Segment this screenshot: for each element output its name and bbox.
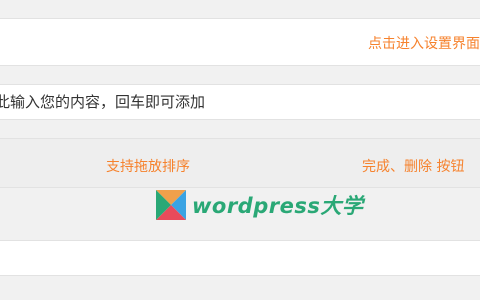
- todo-input[interactable]: [0, 85, 480, 119]
- todo-list-hint-row: 支持拖放排序 完成、删除 按钮: [0, 138, 480, 188]
- watermark-text: wordpress大学: [192, 194, 364, 218]
- footer-panel: [0, 240, 480, 276]
- todo-input-panel: [0, 84, 480, 120]
- header-panel: 点击进入设置界面: [0, 18, 480, 66]
- drag-sort-hint: 支持拖放排序: [106, 159, 190, 175]
- watermark: wordpress大学: [156, 190, 363, 220]
- wordpress-daxue-logo-icon: [156, 190, 186, 220]
- settings-link[interactable]: 点击进入设置界面: [368, 33, 480, 53]
- actions-hint: 完成、删除 按钮: [362, 159, 465, 175]
